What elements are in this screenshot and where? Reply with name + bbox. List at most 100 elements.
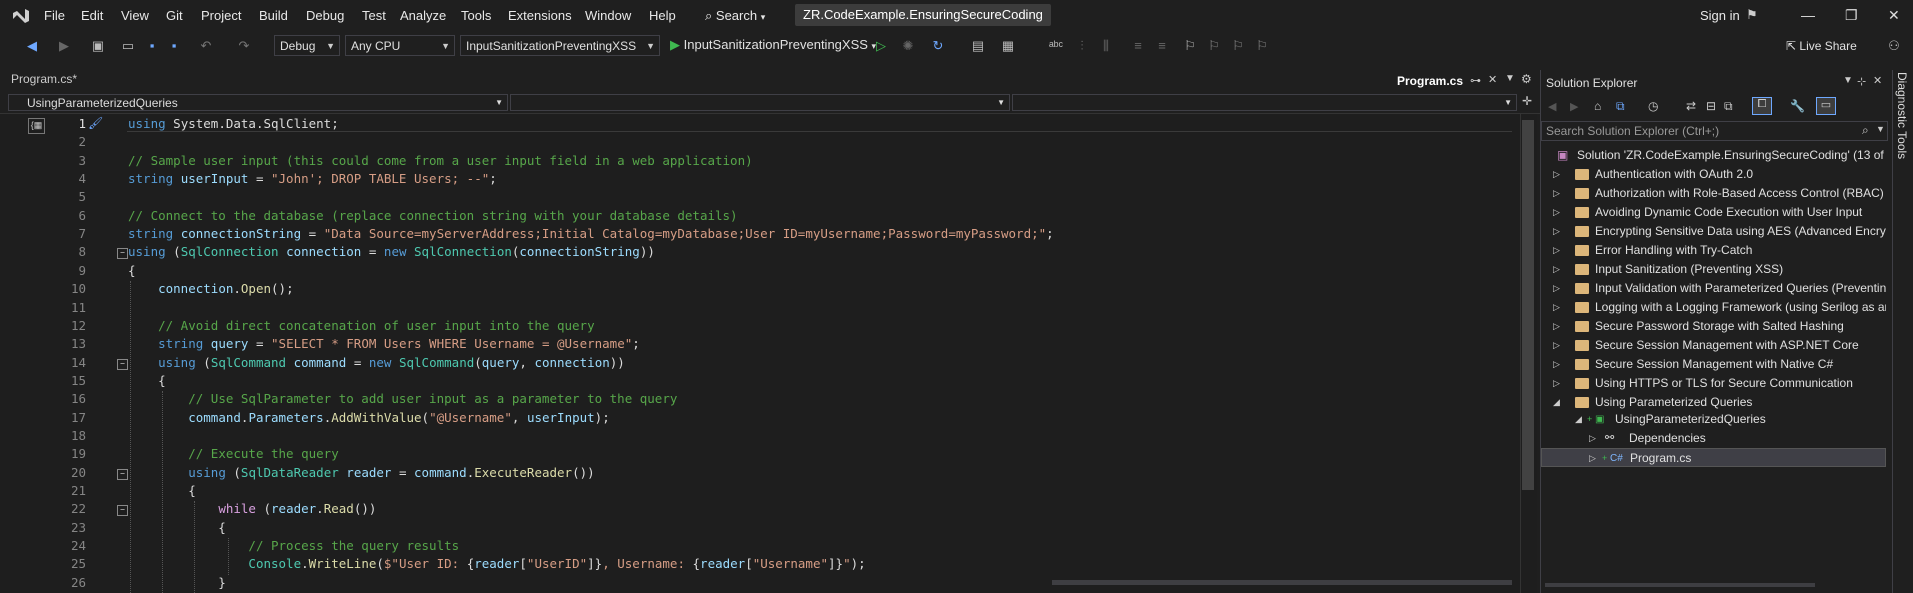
preview-selected-icon[interactable]: ⧠ xyxy=(1752,97,1772,115)
prev-bookmark-icon[interactable]: ⚐ xyxy=(1206,38,1222,54)
code-line[interactable]: Console.WriteLine($"User ID: {reader["Us… xyxy=(128,556,865,571)
code-line[interactable]: using (SqlConnection connection = new Sq… xyxy=(128,244,655,259)
solution-name-badge[interactable]: ZR.CodeExample.EnsuringSecureCoding xyxy=(795,4,1051,26)
configuration-dropdown[interactable]: Debug ▼ xyxy=(274,35,340,56)
collapse-region-icon[interactable]: − xyxy=(117,505,128,517)
code-line[interactable]: // Sample user input (this could come fr… xyxy=(128,153,753,168)
code-line[interactable]: command.Parameters.AddWithValue("@Userna… xyxy=(128,410,610,425)
start-without-debugging-icon[interactable]: ▷ xyxy=(873,38,889,54)
platform-dropdown[interactable]: Any CPU ▼ xyxy=(345,35,455,56)
align-icon[interactable]: ⫶ xyxy=(1074,38,1090,54)
folder-row[interactable]: ▷ Encrypting Sensitive Data using AES (Ad… xyxy=(1541,222,1886,241)
layout-icon[interactable]: ▦ xyxy=(1000,38,1016,54)
restore-button[interactable]: ❐ xyxy=(1845,7,1858,24)
menu-item-tools[interactable]: Tools xyxy=(461,8,491,23)
code-line[interactable]: using (SqlDataReader reader = command.Ex… xyxy=(128,465,594,480)
redo-icon[interactable]: ↷ xyxy=(236,38,252,54)
menu-item-extensions[interactable]: Extensions xyxy=(508,8,572,23)
menu-item-window[interactable]: Window xyxy=(585,8,631,23)
settings-gear-icon[interactable]: ⚙ xyxy=(1521,72,1532,86)
solution-folder-icon[interactable]: ▤ xyxy=(970,38,986,54)
folder-row[interactable]: ▷ Avoiding Dynamic Code Execution with Us… xyxy=(1541,203,1886,222)
folder-row[interactable]: ▷ Logging with a Logging Framework (using… xyxy=(1541,298,1886,317)
code-line[interactable]: while (reader.Read()) xyxy=(128,501,376,516)
folder-row[interactable]: ▷ Authorization with Role-Based Access Co… xyxy=(1541,184,1886,203)
solution-explorer-search-input[interactable]: Search Solution Explorer (Ctrl+;) xyxy=(1541,121,1888,141)
code-line[interactable]: using (SqlCommand command = new SqlComma… xyxy=(128,355,625,370)
collapse-region-icon[interactable]: − xyxy=(117,358,128,370)
type-dropdown[interactable]: ▼ xyxy=(510,94,1010,111)
menu-item-edit[interactable]: Edit xyxy=(81,8,103,23)
tab-program-cs-active[interactable]: Program.cs xyxy=(1397,74,1463,88)
live-share-button[interactable]: ⇱ Live Share xyxy=(1786,39,1857,53)
code-line[interactable]: string userInput = "John'; DROP TABLE Us… xyxy=(128,171,497,186)
code-line[interactable]: // Execute the query xyxy=(128,446,339,461)
folder-row[interactable]: ▷ Input Sanitization (Preventing XSS) xyxy=(1541,260,1886,279)
open-file-icon[interactable]: ▭ xyxy=(120,38,136,54)
search-button[interactable]: ⌕ Search ▾ xyxy=(705,8,765,24)
comment-icon[interactable]: ⫼ xyxy=(1098,38,1114,54)
folder-row[interactable]: ▷ Using HTTPS or TLS for Secure Communica… xyxy=(1541,374,1886,393)
program-cs-row[interactable]: ▷ + C# Program.cs xyxy=(1541,448,1886,467)
menu-item-build[interactable]: Build xyxy=(259,8,288,23)
close-panel-icon[interactable]: ✕ xyxy=(1873,74,1882,87)
outdent-icon[interactable]: ≡ xyxy=(1154,38,1170,54)
menu-item-test[interactable]: Test xyxy=(362,8,386,23)
menu-item-project[interactable]: Project xyxy=(201,8,241,23)
folder-row[interactable]: ▷ Secure Password Storage with Salted Has… xyxy=(1541,317,1886,336)
admin-icon[interactable]: ⚇ xyxy=(1886,38,1902,54)
undo-icon[interactable]: ↶ xyxy=(198,38,214,54)
properties-wrench-icon[interactable]: 🔧 xyxy=(1790,99,1805,113)
indent-icon[interactable]: ≡ xyxy=(1130,38,1146,54)
search-options-icon[interactable]: ▼ xyxy=(1876,124,1885,134)
hot-reload-icon[interactable]: ✺ xyxy=(900,38,916,54)
home-icon[interactable]: ⌂ xyxy=(1594,99,1601,113)
next-bookmark-icon[interactable]: ⚐ xyxy=(1230,38,1246,54)
folder-row[interactable]: ▷ Error Handling with Try-Catch xyxy=(1541,241,1886,260)
folder-row[interactable]: ▷ Secure Session Management with ASP.NET … xyxy=(1541,336,1886,355)
quick-actions-icon[interactable]: {▦ xyxy=(28,118,45,134)
pin-panel-icon[interactable]: ⊹ xyxy=(1857,75,1866,88)
code-line[interactable]: { xyxy=(128,263,136,278)
code-line[interactable]: using System.Data.SqlClient; xyxy=(128,116,339,131)
sign-in-button[interactable]: Sign in xyxy=(1700,8,1740,23)
code-line[interactable]: { xyxy=(128,520,226,535)
brush-icon[interactable]: 🖌 xyxy=(88,116,103,130)
code-line[interactable]: connection.Open(); xyxy=(128,281,293,296)
se-back-icon[interactable]: ◀ xyxy=(1548,100,1556,113)
split-icon[interactable]: ✛ xyxy=(1522,94,1532,108)
code-line[interactable]: string connectionString = "Data Source=m… xyxy=(128,226,1054,241)
save-icon[interactable]: ▪ xyxy=(144,38,160,54)
back-icon[interactable]: ◀ xyxy=(24,38,40,54)
close-button[interactable]: ✕ xyxy=(1888,7,1900,24)
menu-item-analyze[interactable]: Analyze xyxy=(400,8,446,23)
clear-bookmarks-icon[interactable]: ⚐ xyxy=(1254,38,1270,54)
folder-row[interactable]: ▷ Secure Session Management with Native C… xyxy=(1541,355,1886,374)
menu-item-git[interactable]: Git xyxy=(166,8,183,23)
scroll-thumb[interactable] xyxy=(1522,120,1534,490)
se-horizontal-scrollbar[interactable] xyxy=(1545,583,1815,587)
sync-icon[interactable]: ⇄ xyxy=(1686,99,1696,113)
menu-item-file[interactable]: File xyxy=(44,8,65,23)
se-forward-icon[interactable]: ▶ xyxy=(1570,100,1578,113)
tab-list-dropdown-icon[interactable]: ▼ xyxy=(1505,73,1515,84)
diagnostic-tools-tab[interactable]: Diagnostic Tools xyxy=(1895,72,1909,159)
startup-project-dropdown[interactable]: InputSanitizationPreventingXSS ▼ xyxy=(460,35,660,56)
forward-icon[interactable]: ▶ xyxy=(56,38,72,54)
minimize-button[interactable]: — xyxy=(1801,7,1815,23)
code-line[interactable]: // Use SqlParameter to add user input as… xyxy=(128,391,677,406)
bookmark-icon[interactable]: ⚐ xyxy=(1182,38,1198,54)
member-dropdown[interactable]: ▼ xyxy=(1012,94,1517,111)
horizontal-scrollbar[interactable] xyxy=(1052,580,1512,585)
code-line[interactable]: // Avoid direct concatenation of user in… xyxy=(128,318,595,333)
start-debugging-button[interactable]: ▶ InputSanitizationPreventingXSS ▾ xyxy=(670,37,876,53)
spell-check-icon[interactable]: ᵃᵇᶜ xyxy=(1048,38,1064,54)
collapse-region-icon[interactable]: − xyxy=(117,248,128,260)
menu-item-help[interactable]: Help xyxy=(649,8,676,23)
project-dropdown[interactable]: UsingParameterizedQueries ▼ xyxy=(8,94,508,111)
switch-views-icon[interactable]: ⧉ xyxy=(1616,99,1625,114)
code-line[interactable]: // Connect to the database (replace conn… xyxy=(128,208,738,223)
menu-item-debug[interactable]: Debug xyxy=(306,8,344,23)
refresh-icon[interactable]: ↻ xyxy=(930,38,946,54)
pending-changes-icon[interactable]: ◷ xyxy=(1648,99,1658,113)
